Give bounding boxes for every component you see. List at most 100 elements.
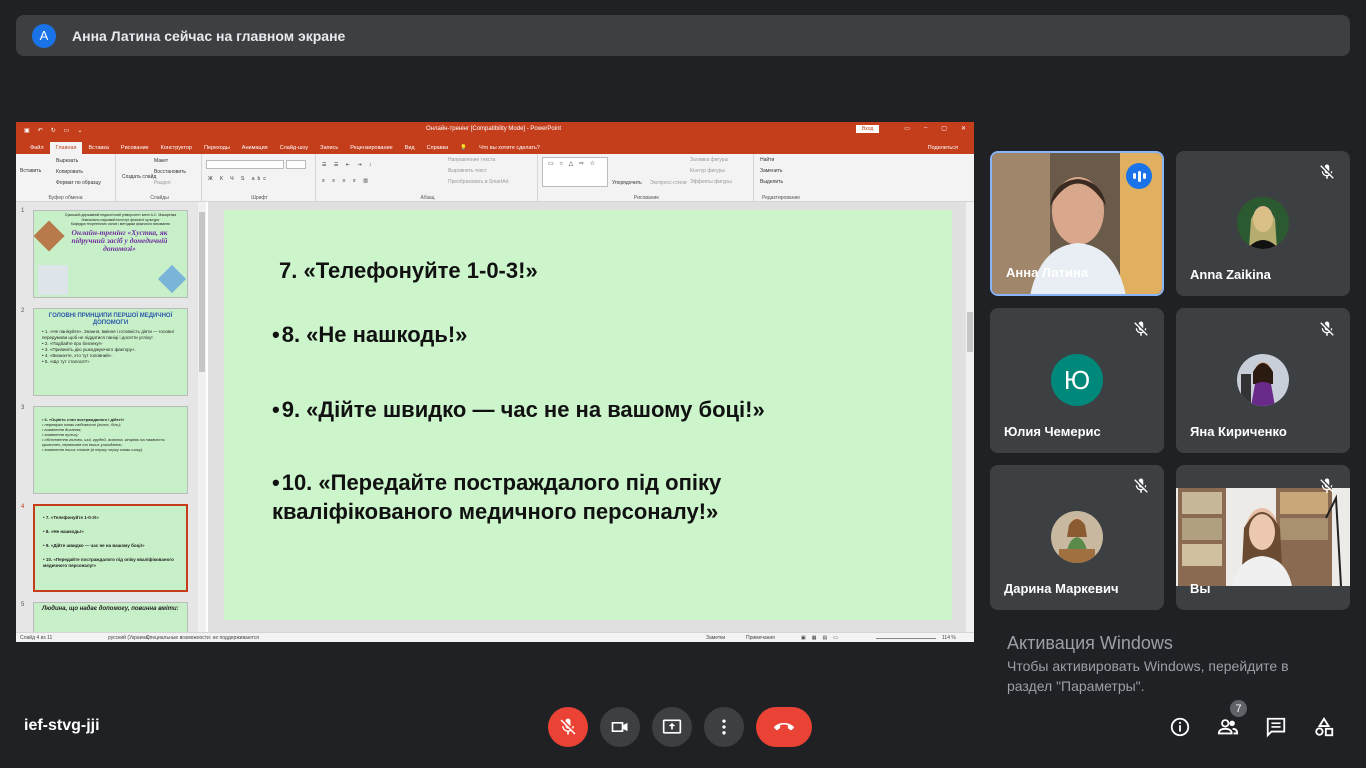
activation-title: Активация Windows — [1007, 633, 1173, 653]
paste-button[interactable]: Вставить — [20, 168, 41, 174]
participant-tile[interactable]: Ю Юлия Чемерис — [990, 308, 1164, 453]
participant-avatar — [1237, 354, 1289, 406]
select-button[interactable]: Выделить — [760, 179, 783, 185]
arrange-button[interactable]: Упорядочить — [612, 180, 642, 186]
chat-icon — [1266, 717, 1286, 738]
save-icon[interactable]: ▣ — [24, 127, 30, 134]
thumbnail-scrollbar[interactable] — [198, 202, 206, 632]
font-size-select[interactable] — [286, 160, 306, 169]
tab-slideshow[interactable]: Слайд-шоу — [274, 142, 315, 154]
tab-design[interactable]: Конструктор — [155, 142, 198, 154]
slide-scrollbar[interactable] — [966, 202, 974, 632]
activities-button[interactable] — [1310, 713, 1338, 741]
cut-button[interactable]: Вырезать — [56, 158, 78, 164]
effects-button[interactable]: Эффекты фигуры — [690, 179, 732, 185]
text-direction-button[interactable]: Направление текста — [448, 157, 495, 163]
mic-off-icon — [1320, 321, 1334, 336]
meeting-details-button[interactable] — [1166, 713, 1194, 741]
tab-view[interactable]: Вид — [399, 142, 421, 154]
language-status[interactable]: русский (Украина) — [108, 635, 150, 641]
signin-button[interactable]: Вход — [856, 125, 880, 133]
smartart-button[interactable]: Преобразовать в SmartArt — [448, 179, 509, 185]
copy-button[interactable]: Копировать — [56, 169, 83, 175]
comments-button[interactable]: Примечания — [746, 635, 775, 641]
new-slide-button[interactable]: Создать слайд — [122, 174, 156, 180]
participant-tile[interactable]: Яна Кириченко — [1176, 308, 1350, 453]
font-format-icons[interactable]: Ж К Ч S abc — [208, 176, 269, 182]
people-icon — [1217, 719, 1239, 735]
end-call-icon — [774, 722, 794, 731]
drawing-label: Рисование — [633, 195, 660, 201]
tab-home[interactable]: Главная — [49, 142, 83, 154]
accessibility-status[interactable]: Специальные возможности: не поддерживают… — [146, 635, 259, 641]
tab-transitions[interactable]: Переходы — [198, 142, 236, 154]
share-button[interactable]: Поделиться — [922, 142, 964, 154]
zoom-slider[interactable] — [876, 638, 936, 639]
thumb-number: 4 — [21, 504, 25, 510]
activation-text: Чтобы активировать Windows, перейдите в … — [1007, 658, 1289, 694]
find-button[interactable]: Найти — [760, 157, 774, 163]
minimize-icon[interactable]: – — [924, 125, 927, 132]
quick-styles-button[interactable]: Экспресс-стили — [650, 180, 687, 186]
current-slide[interactable]: 7. «Телефонуйте 1-0-3!» •8. «Не нашкодь!… — [224, 210, 952, 620]
align-icons[interactable]: ≡ ≡ ≡ ≡ ▥ — [322, 178, 371, 184]
slide-thumb-2[interactable]: ГОЛОВНІ ПРИНЦИПИ ПЕРШОЇ МЕДИЧНОЇ ДОПОМОГ… — [33, 308, 188, 396]
presenting-text: Анна Латина сейчас на главном экране — [72, 27, 346, 44]
tab-record[interactable]: Запись — [314, 142, 344, 154]
section-button[interactable]: Раздел — [154, 180, 171, 186]
thumb-title: ГОЛОВНІ ПРИНЦИПИ ПЕРШОЇ МЕДИЧНОЇ ДОПОМОГ… — [48, 313, 173, 326]
list-icons[interactable]: ☰ ☰ ⇤ ⇥ ↕ — [322, 162, 374, 168]
thumb-text: • 5. «Що тут сталося?» — [42, 359, 90, 364]
fill-button[interactable]: Заливка фигуры — [690, 157, 728, 163]
tab-draw[interactable]: Рисование — [115, 142, 155, 154]
layout-button[interactable]: Макет — [154, 158, 168, 164]
font-name-select[interactable] — [206, 160, 284, 169]
participant-tile[interactable]: Anna Zaikina — [1176, 151, 1350, 296]
chat-button[interactable] — [1262, 713, 1290, 741]
mic-off-icon — [560, 718, 576, 735]
outline-button[interactable]: Контур фигуры — [690, 168, 725, 174]
tell-me-input[interactable]: Что вы хотите сделать? — [473, 142, 546, 154]
present-icon[interactable]: ▭ — [64, 127, 70, 134]
format-painter-button[interactable]: Формат по образцу — [56, 180, 101, 186]
maximize-icon[interactable]: ▢ — [941, 125, 947, 132]
presenter-avatar: A — [32, 23, 56, 48]
align-text-button[interactable]: Выровнять текст — [448, 168, 487, 174]
replace-button[interactable]: Заменить — [760, 168, 782, 174]
thumb-text: Кафедра теоретичних основ і методики фіз… — [70, 222, 171, 226]
speaking-indicator-icon — [1126, 163, 1152, 189]
close-icon[interactable]: ✕ — [961, 125, 966, 132]
redo-icon[interactable]: ↻ — [51, 127, 56, 134]
ppt-titlebar: ▣ ↶ ↻ ▭ ⌄ Онлайн-тренінг [Compatibility … — [16, 122, 974, 139]
leave-call-button[interactable] — [756, 707, 812, 747]
participant-tile[interactable]: Анна Латина — [990, 151, 1164, 296]
thumb-text: • 1. «Не панікуйте». Знання, вміння і го… — [42, 329, 174, 340]
camera-toggle-button[interactable] — [600, 707, 640, 747]
tab-help[interactable]: Справка — [421, 142, 455, 154]
participant-tile-self[interactable]: Вы — [1176, 465, 1350, 610]
present-screen-button[interactable] — [652, 707, 692, 747]
paragraph-group: ☰ ☰ ⇤ ⇥ ↕ ≡ ≡ ≡ ≡ ▥ Направление текста В… — [318, 154, 538, 202]
slide-thumb-4[interactable]: • 7. «Телефонуйте 1-0-3!» • 8. «Не нашко… — [33, 504, 188, 592]
undo-icon[interactable]: ↶ — [38, 127, 43, 134]
mic-toggle-button[interactable] — [548, 707, 588, 747]
participant-tile[interactable]: Дарина Маркевич — [990, 465, 1164, 610]
reset-button[interactable]: Восстановить — [154, 169, 186, 175]
tab-animations[interactable]: Анимация — [236, 142, 274, 154]
notes-button[interactable]: Заметки — [706, 635, 725, 641]
customize-icon[interactable]: ⌄ — [77, 127, 82, 134]
meeting-code[interactable]: ief-stvg-jji — [24, 717, 100, 735]
ribbon-options-icon[interactable]: ▭ — [904, 125, 910, 132]
tab-review[interactable]: Рецензирование — [344, 142, 398, 154]
view-buttons[interactable]: ▣▦▤▭ — [801, 635, 844, 641]
zoom-level[interactable]: 114 % — [942, 635, 956, 641]
slide-thumb-3[interactable]: • 6. «Оцініть стан постраждалого і дійте… — [33, 406, 188, 494]
participants-button[interactable] — [1214, 713, 1242, 741]
tab-file[interactable]: Файл — [24, 142, 50, 154]
more-options-button[interactable] — [704, 707, 744, 747]
thumb-number: 2 — [21, 308, 25, 314]
slide-counter: Слайд 4 из 11 — [20, 635, 53, 641]
font-group: Ж К Ч S abc Шрифт — [204, 154, 316, 202]
tab-insert[interactable]: Вставка — [82, 142, 114, 154]
slide-thumb-1[interactable]: Сумський державний педагогічний універси… — [33, 210, 188, 298]
